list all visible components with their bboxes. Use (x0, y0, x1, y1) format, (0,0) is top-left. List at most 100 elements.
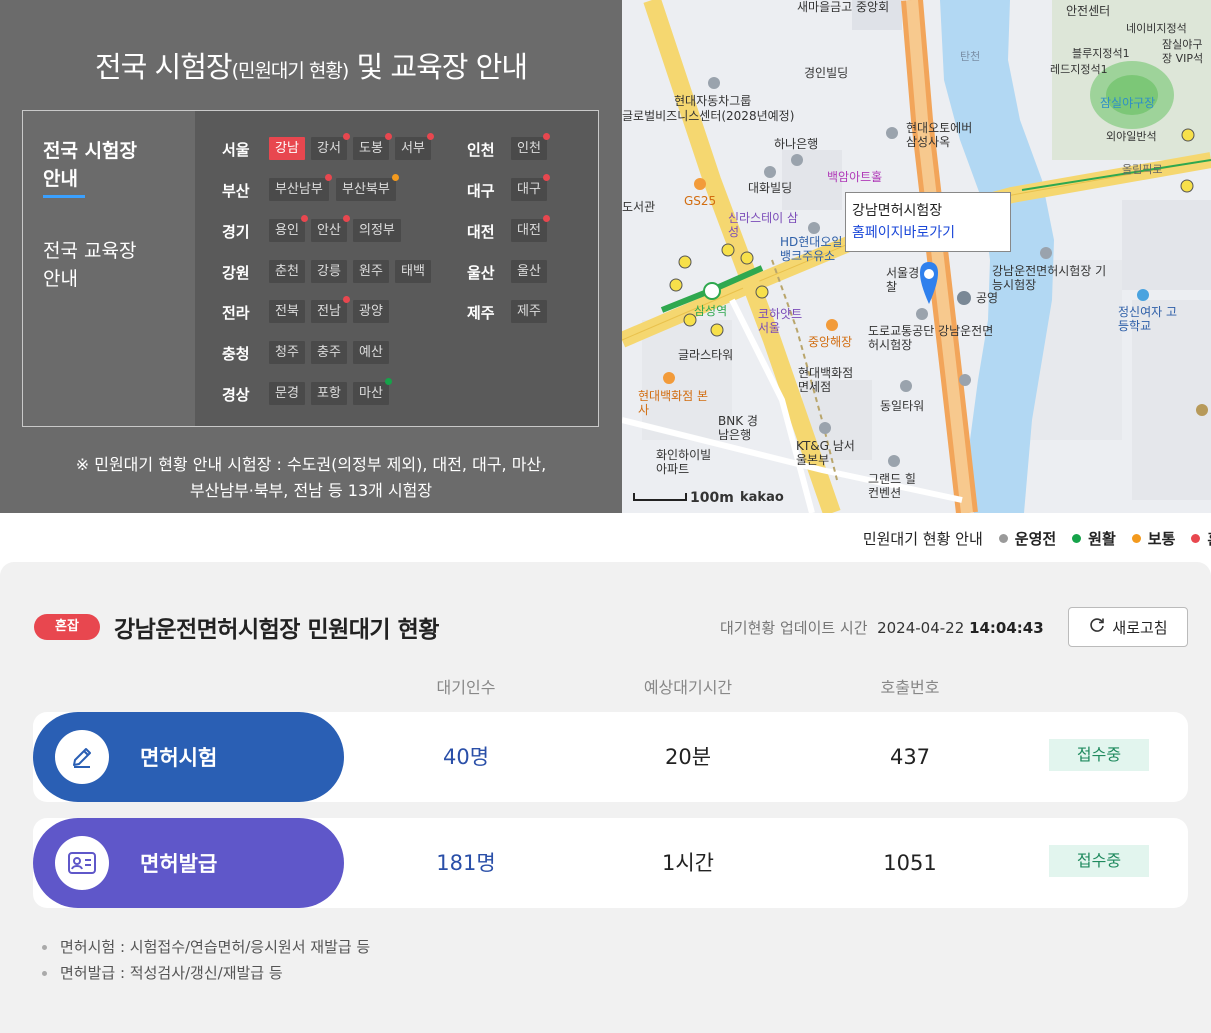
map-view[interactable]: 새마을금고 중앙회 경인빌딩 현대자동차그룹 글로벌비즈니스센터(2028년예정… (622, 0, 1211, 513)
service-state-badge: 접수중 (1049, 739, 1149, 771)
center-chip-label: 용인 (275, 223, 299, 238)
center-chip[interactable]: 충주 (311, 341, 347, 364)
map-label: 안전센터 (1066, 4, 1111, 18)
map-label: GS25 (684, 194, 717, 208)
center-chip[interactable]: 전남 (311, 296, 350, 323)
center-chip[interactable]: 울산 (511, 260, 547, 283)
map-info-popup: 강남면허시험장 홈페이지바로가기 (845, 192, 1011, 252)
refresh-button[interactable]: 새로고침 (1068, 607, 1188, 647)
center-chip[interactable]: 대전 (511, 215, 550, 242)
status-dot (342, 133, 350, 140)
note-item: 면허시험 : 시험접수/연습면허/응시원서 재발급 등 (42, 934, 370, 960)
map-label: HD현대오일뱅크주유소 (780, 235, 843, 263)
tab-test-centers[interactable]: 전국 시험장 안내 (43, 137, 183, 193)
center-chip[interactable]: 태백 (395, 260, 431, 283)
center-chip-label: 강릉 (317, 264, 341, 279)
center-chip-label: 청주 (275, 345, 299, 360)
center-chip[interactable]: 강서 (311, 133, 350, 160)
map-label: 경인빌딩 (804, 66, 849, 80)
update-date: 2024-04-22 (877, 619, 965, 637)
tab-education-centers[interactable]: 전국 교육장 안내 (43, 237, 183, 293)
center-chip[interactable]: 포항 (311, 382, 347, 405)
map-scale-label: 100m (690, 490, 734, 506)
panel-title: 전국 시험장(민원대기 현황) 및 교육장 안내 (94, 50, 528, 84)
center-chip[interactable]: 인천 (511, 133, 550, 160)
service-notes: 면허시험 : 시험접수/연습면허/응시원서 재발급 등 면허발급 : 적성검사/… (42, 934, 370, 986)
wait-status-section: 혼잡 강남운전면허시험장 민원대기 현황 대기현황 업데이트 시간 2024-0… (0, 562, 1211, 1033)
map-label: 코하얏트 서울 (758, 307, 803, 335)
service-row-issue: 면허발급 181명 1시간 1051 접수중 (33, 818, 1188, 908)
legend-dot (1131, 533, 1141, 543)
map-label: 잠실야구장 (1100, 96, 1156, 110)
map-label: 도서관 (622, 200, 656, 214)
legend-label: 혼잡 (1207, 528, 1211, 549)
region-label: 부산 (222, 182, 250, 200)
center-chip[interactable]: 강릉 (311, 260, 347, 283)
center-chip[interactable]: 서부 (395, 133, 434, 160)
center-chip[interactable]: 원주 (353, 260, 389, 283)
center-chip[interactable]: 마산 (353, 378, 392, 405)
center-chip[interactable]: 전북 (269, 300, 305, 323)
center-chip[interactable]: 의정부 (353, 219, 401, 242)
center-chip[interactable]: 광양 (353, 300, 389, 323)
center-chip-label: 부산북부 (342, 182, 390, 197)
legend-item: 보통 (1131, 528, 1175, 549)
center-chip-label: 예산 (359, 345, 383, 360)
center-chip-label: 충주 (317, 345, 341, 360)
map-label: 올림픽로 (1122, 163, 1163, 176)
est-wait-time: 20분 (664, 745, 712, 769)
status-dot (342, 296, 350, 303)
region-label: 제주 (467, 304, 495, 322)
status-dot (300, 215, 308, 222)
center-chip[interactable]: 청주 (269, 341, 305, 364)
status-legend: 민원대기 현황 안내 운영전 원활 보통 혼잡 (863, 523, 1211, 553)
service-row-test: 면허시험 40명 20분 437 접수중 (33, 712, 1188, 802)
legend-item: 운영전 (998, 528, 1056, 549)
service-name: 면허시험 (140, 746, 218, 770)
center-chip[interactable]: 대구 (511, 174, 550, 201)
est-wait-time: 1시간 (661, 851, 714, 875)
center-chip[interactable]: 안산 (311, 215, 350, 242)
id-card-icon (55, 836, 109, 890)
map-label: 정신여자 고등학교 (1118, 305, 1178, 333)
region-label: 인천 (467, 141, 495, 159)
status-dot (324, 174, 332, 181)
center-chip[interactable]: 예산 (353, 341, 389, 364)
region-label: 경기 (222, 223, 250, 241)
center-chip[interactable]: 부산남부 (269, 174, 332, 201)
service-name: 면허발급 (140, 852, 218, 876)
center-chip-label: 제주 (517, 304, 541, 319)
center-chip[interactable]: 제주 (511, 300, 547, 323)
center-chip-label: 의정부 (359, 223, 395, 238)
region-label: 충청 (222, 345, 250, 363)
map-canvas[interactable] (622, 0, 1211, 513)
map-provider-logo: kakao (740, 490, 784, 505)
center-chip-label: 서부 (401, 141, 425, 156)
homepage-link[interactable]: 홈페이지바로가기 (852, 222, 1004, 244)
center-chip[interactable]: 용인 (269, 215, 308, 242)
center-chip-label: 대구 (517, 182, 541, 197)
center-chip-label: 강서 (317, 141, 341, 156)
status-dot (426, 133, 434, 140)
center-chip[interactable]: 춘천 (269, 260, 305, 283)
map-label: 현대오토에버 삼성사옥 (906, 121, 973, 149)
region-label: 울산 (467, 264, 495, 282)
center-chip[interactable]: 강남 (269, 137, 305, 160)
map-label: 강남운전면허시험장 기능시험장 (992, 264, 1107, 292)
col-call-no: 호출번호 (880, 678, 940, 697)
center-chip-label: 안산 (317, 223, 341, 238)
center-chip-label: 전남 (317, 304, 341, 319)
center-chip[interactable]: 도봉 (353, 133, 392, 160)
center-chip[interactable]: 문경 (269, 382, 305, 405)
waiting-count: 40명 (442, 745, 490, 769)
map-label: KT&G 남서울본부 (796, 439, 855, 467)
map-edge (623, 18, 627, 22)
center-chip-label: 도봉 (359, 141, 383, 156)
map-label: 백암아트홀 (827, 170, 883, 184)
active-tab-underline (43, 195, 85, 198)
region-label: 서울 (222, 141, 250, 159)
map-label: 서울경찰 (886, 266, 920, 294)
map-label: 도로교통공단 강남운전면허시험장 (868, 324, 994, 352)
center-chip-label: 부산남부 (275, 182, 323, 197)
center-chip[interactable]: 부산북부 (336, 174, 399, 201)
